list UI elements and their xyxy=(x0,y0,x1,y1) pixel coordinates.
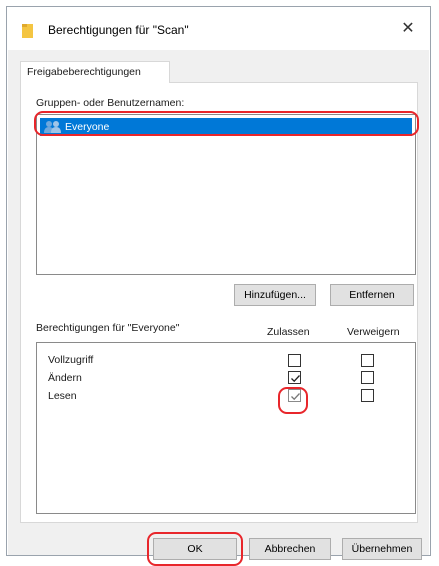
close-button[interactable]: ✕ xyxy=(396,18,420,40)
allow-full-control-checkbox[interactable] xyxy=(288,354,301,367)
window-title: Berechtigungen für "Scan" xyxy=(48,23,189,37)
add-button[interactable]: Hinzufügen... xyxy=(234,284,316,306)
perm-name-read: Lesen xyxy=(48,390,77,402)
checkmark-icon xyxy=(291,393,300,401)
perm-name-full-control: Vollzugriff xyxy=(48,354,94,366)
users-listbox[interactable]: Everyone xyxy=(36,114,416,275)
deny-column-header: Verweigern xyxy=(347,326,400,338)
allow-column-header: Zulassen xyxy=(267,326,310,338)
dialog-body: Freigabeberechtigungen Gruppen- oder Ben… xyxy=(8,50,429,566)
allow-change-checkbox[interactable] xyxy=(288,371,301,384)
list-item-everyone[interactable]: Everyone xyxy=(40,118,412,136)
ok-button[interactable]: OK xyxy=(153,538,237,560)
folder-icon xyxy=(22,24,33,38)
tab-panel: Gruppen- oder Benutzernamen: Everyone Hi… xyxy=(20,82,419,523)
cancel-button[interactable]: Abbrechen xyxy=(249,538,331,560)
tab-share-permissions[interactable]: Freigabeberechtigungen xyxy=(20,61,170,83)
deny-change-checkbox[interactable] xyxy=(361,371,374,384)
deny-full-control-checkbox[interactable] xyxy=(361,354,374,367)
list-item-label: Everyone xyxy=(65,121,110,133)
checkmark-icon xyxy=(291,375,300,383)
remove-button[interactable]: Entfernen xyxy=(330,284,414,306)
permissions-list: Vollzugriff Ändern Lesen xyxy=(36,342,416,514)
apply-button[interactable]: Übernehmen xyxy=(342,538,422,560)
perm-name-change: Ändern xyxy=(48,372,82,384)
allow-read-checkbox[interactable] xyxy=(288,389,301,402)
groups-label: Gruppen- oder Benutzernamen: xyxy=(36,97,185,109)
permissions-dialog: Berechtigungen für "Scan" ✕ Freigabebere… xyxy=(6,6,431,566)
permissions-label: Berechtigungen für "Everyone" xyxy=(36,322,180,334)
close-icon: ✕ xyxy=(401,20,415,37)
title-bar: Berechtigungen für "Scan" ✕ xyxy=(7,7,430,50)
deny-read-checkbox[interactable] xyxy=(361,389,374,402)
users-icon xyxy=(44,121,61,133)
